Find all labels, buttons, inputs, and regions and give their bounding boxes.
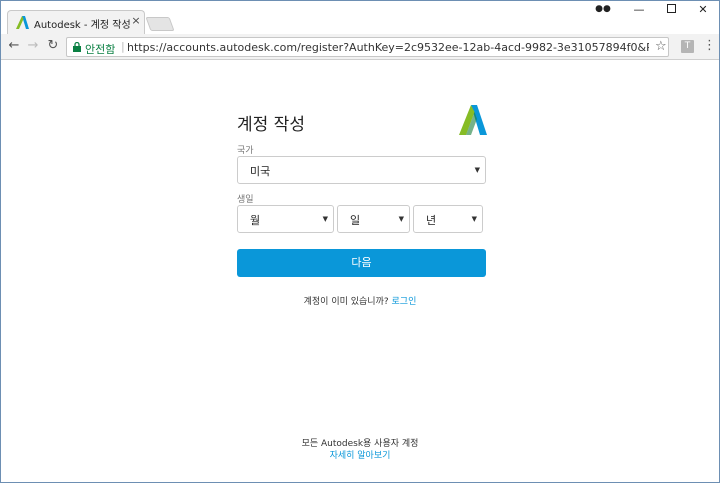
country-select[interactable]: 미국 ▼ bbox=[237, 156, 486, 184]
secure-label: 안전함 bbox=[85, 43, 116, 56]
caret-down-icon: ▼ bbox=[471, 215, 477, 223]
star-icon[interactable]: ☆ bbox=[655, 39, 667, 54]
minimize-icon[interactable]: — bbox=[629, 3, 649, 16]
next-button[interactable]: 다음 bbox=[237, 249, 486, 277]
back-arrow-icon[interactable]: ← bbox=[6, 39, 22, 53]
autodesk-logo-icon bbox=[459, 105, 487, 135]
browser-window: Autodesk - 계정 작성 × ●● — ✕ ← → ↻ 안전함 | ht… bbox=[0, 0, 720, 483]
page-title: 계정 작성 bbox=[237, 115, 305, 135]
browser-toolbar: ← → ↻ 안전함 | https://accounts.autodesk.co… bbox=[1, 34, 719, 60]
lock-icon bbox=[73, 42, 81, 52]
profile-icon[interactable]: ●● bbox=[593, 4, 613, 14]
browser-tab[interactable]: Autodesk - 계정 작성 × bbox=[7, 10, 145, 34]
day-value: 일 bbox=[350, 214, 361, 227]
maximize-icon[interactable] bbox=[661, 3, 681, 16]
forward-arrow-icon[interactable]: → bbox=[25, 39, 41, 53]
tab-close-icon[interactable]: × bbox=[130, 14, 142, 27]
url-text[interactable]: https://accounts.autodesk.com/register?A… bbox=[127, 41, 649, 54]
learn-more-link[interactable]: 자세히 알아보기 bbox=[1, 448, 719, 461]
country-label: 국가 bbox=[237, 146, 254, 156]
address-bar[interactable]: 안전함 | https://accounts.autodesk.com/regi… bbox=[66, 37, 669, 57]
tab-title: Autodesk - 계정 작성 bbox=[34, 20, 131, 31]
month-select[interactable]: 월 ▼ bbox=[237, 205, 334, 233]
extension-icon[interactable]: T bbox=[681, 40, 694, 53]
tab-bar: Autodesk - 계정 작성 × ●● — ✕ bbox=[1, 1, 719, 34]
reload-icon[interactable]: ↻ bbox=[45, 39, 61, 53]
caret-down-icon: ▼ bbox=[398, 215, 404, 223]
country-value: 미국 bbox=[250, 165, 271, 178]
year-select[interactable]: 년 ▼ bbox=[413, 205, 483, 233]
has-account-text: 계정이 이미 있습니까? bbox=[303, 297, 389, 307]
day-select[interactable]: 일 ▼ bbox=[337, 205, 410, 233]
caret-down-icon: ▼ bbox=[322, 215, 328, 223]
birth-label: 생일 bbox=[237, 195, 254, 205]
year-value: 년 bbox=[426, 214, 437, 227]
url-separator: | bbox=[121, 40, 125, 53]
kebab-menu-icon[interactable]: ⋮ bbox=[703, 38, 716, 54]
autodesk-favicon-icon bbox=[16, 16, 29, 29]
month-value: 월 bbox=[250, 214, 261, 227]
caret-down-icon: ▼ bbox=[474, 166, 480, 174]
page-content: 계정 작성 국가 미국 ▼ 생일 월 ▼ 일 ▼ 년 ▼ 다음 계정이 이미 있… bbox=[1, 61, 719, 482]
new-tab-button[interactable] bbox=[145, 17, 175, 31]
login-link[interactable]: 로그인 bbox=[392, 297, 417, 307]
has-account-row: 계정이 이미 있습니까? 로그인 bbox=[1, 294, 719, 307]
window-close-icon[interactable]: ✕ bbox=[693, 3, 713, 16]
